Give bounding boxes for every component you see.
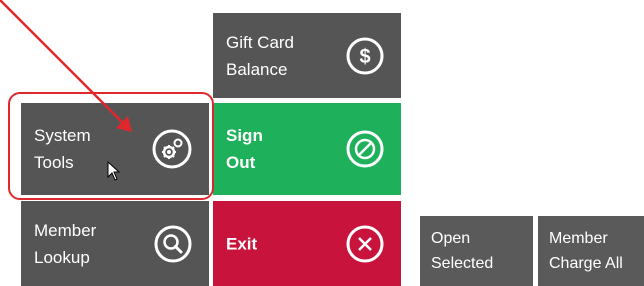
annotation-highlight-box	[8, 92, 214, 200]
exit-tile[interactable]: Exit	[213, 201, 401, 286]
exit-label: Exit	[226, 234, 258, 253]
member-lookup-label: Member Lookup	[34, 220, 97, 267]
dollar-icon: $	[346, 37, 384, 74]
close-circle-icon	[346, 225, 384, 262]
member-charge-all-button[interactable]: Member Charge All	[538, 216, 644, 286]
sign-out-label: Sign Out	[226, 126, 263, 172]
cancel-circle-icon	[346, 130, 384, 168]
open-selected-label: Open Selected	[431, 230, 494, 272]
open-selected-button[interactable]: Open Selected	[420, 216, 533, 286]
gift-card-balance-tile[interactable]: Gift Card Balance $	[213, 13, 401, 98]
sign-out-tile[interactable]: Sign Out	[213, 103, 401, 195]
svg-text:$: $	[359, 46, 370, 68]
gift-card-balance-label: Gift Card Balance	[226, 32, 295, 79]
search-icon	[154, 225, 192, 262]
member-charge-all-label: Member Charge All	[549, 230, 623, 272]
member-lookup-tile[interactable]: Member Lookup	[21, 201, 209, 286]
